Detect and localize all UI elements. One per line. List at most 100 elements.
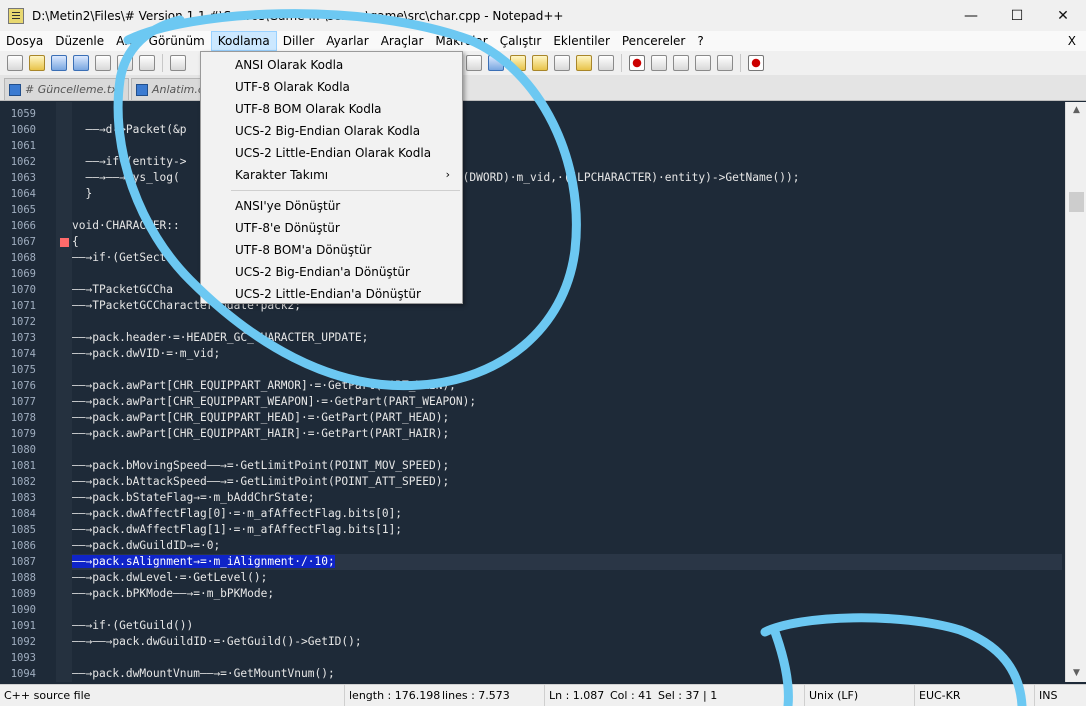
code-line[interactable]: 1073 ——→pack.header·=·HEADER_GC_CHARACTER… (11, 330, 1062, 346)
menu-settings[interactable]: Ayarlar (320, 31, 374, 51)
code-line[interactable]: 1078 ——→pack.awPart[CHR_EQUIPPART_HEAD]·=… (11, 410, 1062, 426)
code-line[interactable]: 1089 ——→pack.bPKMode——→=·m_bPKMode; (11, 586, 1062, 602)
menu-edit[interactable]: Düzenle (49, 31, 110, 51)
code-line[interactable]: 1077 ——→pack.awPart[CHR_EQUIPPART_WEAPON]… (11, 394, 1062, 410)
vertical-scrollbar[interactable]: ▲ ▼ (1065, 102, 1086, 682)
menu-separator (231, 190, 460, 191)
line-number: 1087 (10, 556, 36, 568)
scroll-down-arrow-icon[interactable]: ▼ (1066, 665, 1086, 682)
code-line[interactable]: 1084 ——→pack.dwAffectFlag[0]·=·m_afAffect… (11, 506, 1062, 522)
monitoring-icon[interactable] (598, 55, 614, 71)
menu-run[interactable]: Çalıştır (494, 31, 548, 51)
code-text: ——→pack.bMovingSpeed——→=·GetLimitPoint(P… (72, 459, 450, 472)
character-sets-submenu[interactable]: Karakter Takımı › (201, 164, 462, 186)
line-number: 1063 (10, 172, 36, 184)
play-macro-icon[interactable] (673, 55, 689, 71)
code-line[interactable]: 1082 ——→pack.bAttackSpeed——→=·GetLimitPoi… (11, 474, 1062, 490)
toolbar-separator (162, 54, 163, 72)
minimize-button[interactable]: — (948, 0, 994, 31)
menu-window[interactable]: Pencereler (616, 31, 691, 51)
fold-margin[interactable] (56, 102, 72, 682)
convert-ansi[interactable]: ANSI'ye Dönüştür (201, 195, 462, 217)
tab-guncelleme[interactable]: # Güncelleme.txt (4, 78, 129, 100)
encode-utf8[interactable]: UTF-8 Olarak Kodla (201, 76, 462, 98)
close-all-icon[interactable] (117, 55, 133, 71)
code-line[interactable]: 1092 ——→——→pack.dwGuildID·=·GetGuild()->G… (11, 634, 1062, 650)
indent-guide-icon[interactable] (488, 55, 504, 71)
code-line[interactable]: 1079 ——→pack.awPart[CHR_EQUIPPART_HAIR]·=… (11, 426, 1062, 442)
encode-ansi[interactable]: ANSI Olarak Kodla (201, 54, 462, 76)
convert-utf8[interactable]: UTF-8'e Dönüştür (201, 217, 462, 239)
line-number: 1088 (10, 572, 36, 584)
maximize-button[interactable]: ☐ (994, 0, 1040, 31)
code-line[interactable]: 1094 ——→pack.dwMountVnum——→=·GetMountVnum… (11, 666, 1062, 682)
udl-icon[interactable] (510, 55, 526, 71)
line-number: 1059 (10, 108, 36, 120)
toolbar (0, 51, 1086, 75)
encode-ucs2-le[interactable]: UCS-2 Little-Endian Olarak Kodla (201, 142, 462, 164)
code-line[interactable]: 1093 (11, 650, 1062, 666)
function-list-icon[interactable] (554, 55, 570, 71)
doc-map-icon[interactable] (532, 55, 548, 71)
save-all-icon[interactable] (73, 55, 89, 71)
code-line[interactable]: 1088 ——→pack.dwLevel·=·GetLevel(); (11, 570, 1062, 586)
code-line[interactable]: 1081 ——→pack.bMovingSpeed——→=·GetLimitPoi… (11, 458, 1062, 474)
code-line[interactable]: 1086 ——→pack.dwGuildID→=·0; (11, 538, 1062, 554)
folder-workspace-icon[interactable] (576, 55, 592, 71)
convert-ucs2-le[interactable]: UCS-2 Little-Endian'a Dönüştür (201, 283, 462, 305)
record-macro-icon[interactable] (629, 55, 645, 71)
close-file-icon[interactable] (95, 55, 111, 71)
scrollbar-thumb[interactable] (1069, 192, 1084, 212)
code-line[interactable]: 1075 (11, 362, 1062, 378)
menu-view[interactable]: Görünüm (143, 31, 211, 51)
status-bar: C++ source file length : 176.198 lines :… (0, 684, 1086, 706)
menu-file[interactable]: Dosya (0, 31, 49, 51)
scroll-up-arrow-icon[interactable]: ▲ (1066, 102, 1086, 119)
encode-ucs2-be[interactable]: UCS-2 Big-Endian Olarak Kodla (201, 120, 462, 142)
status-line-number: Ln : 1.087 (544, 685, 608, 706)
code-line[interactable]: 1091 ——→if·(GetGuild()) (11, 618, 1062, 634)
menu-plugins[interactable]: Eklentiler (547, 31, 616, 51)
spell-check-icon[interactable] (748, 55, 764, 71)
code-line[interactable]: 1083 ——→pack.bStateFlag→=·m_bAddChrState; (11, 490, 1062, 506)
print-icon[interactable] (139, 55, 155, 71)
menu-macro[interactable]: Makrolar (429, 31, 493, 51)
line-number: 1086 (10, 540, 36, 552)
status-encoding[interactable]: EUC-KR (914, 685, 965, 706)
code-line[interactable]: 1090 (11, 602, 1062, 618)
status-eol[interactable]: Unix (LF) (804, 685, 862, 706)
open-file-icon[interactable] (29, 55, 45, 71)
fold-toggle-icon[interactable] (60, 238, 69, 247)
menu-tools[interactable]: Araçlar (375, 31, 430, 51)
code-text: ——→pack.bAttackSpeed——→=·GetLimitPoint(P… (72, 475, 450, 488)
menu-help[interactable]: ? (691, 31, 709, 51)
show-all-chars-icon[interactable] (466, 55, 482, 71)
document-tabs: # Güncelleme.txt Anlatim.cpp (0, 75, 1086, 101)
new-file-icon[interactable] (7, 55, 23, 71)
file-saved-icon (136, 83, 148, 96)
cut-icon[interactable] (170, 55, 186, 71)
line-number: 1076 (10, 380, 36, 392)
save-icon[interactable] (51, 55, 67, 71)
line-number: 1078 (10, 412, 36, 424)
menu-language[interactable]: Diller (277, 31, 321, 51)
save-macro-icon[interactable] (717, 55, 733, 71)
code-line[interactable]: 1080 (11, 442, 1062, 458)
stop-macro-icon[interactable] (651, 55, 667, 71)
code-line[interactable]: 1074 ——→pack.dwVID·=·m_vid; (11, 346, 1062, 362)
run-macro-multiple-icon[interactable] (695, 55, 711, 71)
code-editor[interactable]: 10591060 ——→d->Packet(&p ete));10611062 … (0, 102, 1086, 682)
convert-ucs2-be[interactable]: UCS-2 Big-Endian'a Dönüştür (201, 261, 462, 283)
code-line[interactable]: 1085 ——→pack.dwAffectFlag[1]·=·m_afAffect… (11, 522, 1062, 538)
menu-search[interactable]: Ara (110, 31, 143, 51)
menu-encoding[interactable]: Kodlama (210, 31, 277, 51)
close-document-button[interactable]: X (1068, 31, 1076, 51)
code-line[interactable]: 1076 ——→pack.awPart[CHR_EQUIPPART_ARMOR]·… (11, 378, 1062, 394)
encode-utf8-bom[interactable]: UTF-8 BOM Olarak Kodla (201, 98, 462, 120)
line-number: 1090 (10, 604, 36, 616)
code-line[interactable]: 1087 ——→pack.sAlignment→=·m_iAlignment·/·… (11, 554, 1062, 570)
code-line[interactable]: 1072 (11, 314, 1062, 330)
convert-utf8-bom[interactable]: UTF-8 BOM'a Dönüştür (201, 239, 462, 261)
close-button[interactable]: ✕ (1040, 0, 1086, 31)
status-insert-mode[interactable]: INS (1034, 685, 1061, 706)
